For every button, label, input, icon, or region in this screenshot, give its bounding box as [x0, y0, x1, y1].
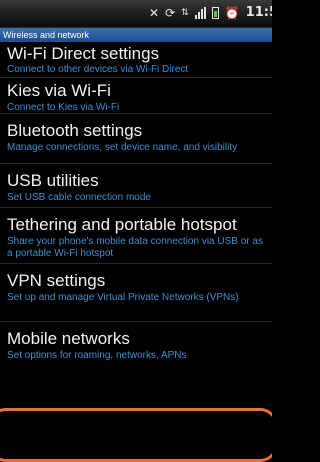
- alarm-icon: ⏰: [224, 5, 240, 20]
- settings-screen: ✕ ⟳ ⇅ ⏰ 11:5 Wireless and network Wi-Fi …: [0, 0, 272, 462]
- signal-type-icon: ⇅: [181, 7, 189, 18]
- list-item-bluetooth[interactable]: Bluetooth settings Manage connections, s…: [0, 114, 272, 164]
- sync-icon: ⟳: [165, 5, 176, 20]
- status-clock: 11:5: [245, 5, 272, 20]
- list-item-kies-wifi[interactable]: Kies via Wi-Fi Connect to Kies via Wi-Fi: [0, 78, 272, 114]
- list-item-usb[interactable]: USB utilities Set USB cable connection m…: [0, 164, 272, 208]
- list-item-summary: Connect to Kies via Wi-Fi: [7, 102, 120, 113]
- list-item-wifi-direct[interactable]: Wi-Fi Direct settings Connect to other d…: [0, 42, 272, 78]
- list-item-title: VPN settings: [7, 271, 106, 290]
- list-item-title: Kies via Wi-Fi: [7, 81, 111, 100]
- signal-strength-icon: [194, 6, 206, 19]
- list-item-summary: Set options for roaming, networks, APNs: [7, 350, 187, 361]
- list-item-summary: Set up and manage Virtual Private Networ…: [7, 292, 239, 303]
- list-item-summary: Connect to other devices via Wi-Fi Direc…: [7, 64, 189, 75]
- list-item-title: Mobile networks: [7, 329, 130, 348]
- list-item-summary: Manage connections, set device name, and…: [7, 142, 238, 153]
- list-item-title: Wi-Fi Direct settings: [7, 44, 160, 63]
- list-item-summary: Share your phone's mobile data connectio…: [7, 236, 263, 259]
- battery-icon: [211, 6, 219, 19]
- status-bar: ✕ ⟳ ⇅ ⏰ 11:5: [0, 0, 272, 28]
- list-item-title: USB utilities: [7, 171, 99, 190]
- section-header: Wireless and network: [0, 28, 272, 42]
- list-item-title: Tethering and portable hotspot: [7, 215, 237, 234]
- list-item-title: Bluetooth settings: [7, 121, 143, 140]
- list-item-tethering[interactable]: Tethering and portable hotspot Share you…: [0, 208, 272, 264]
- list-item-vpn[interactable]: VPN settings Set up and manage Virtual P…: [0, 264, 272, 322]
- mute-icon: ✕: [149, 5, 160, 20]
- list-item-mobile-networks[interactable]: Mobile networks Set options for roaming,…: [0, 322, 272, 462]
- status-icons: ✕ ⟳ ⇅ ⏰ 11:5: [149, 5, 272, 20]
- list-item-summary: Set USB cable connection mode: [7, 192, 151, 203]
